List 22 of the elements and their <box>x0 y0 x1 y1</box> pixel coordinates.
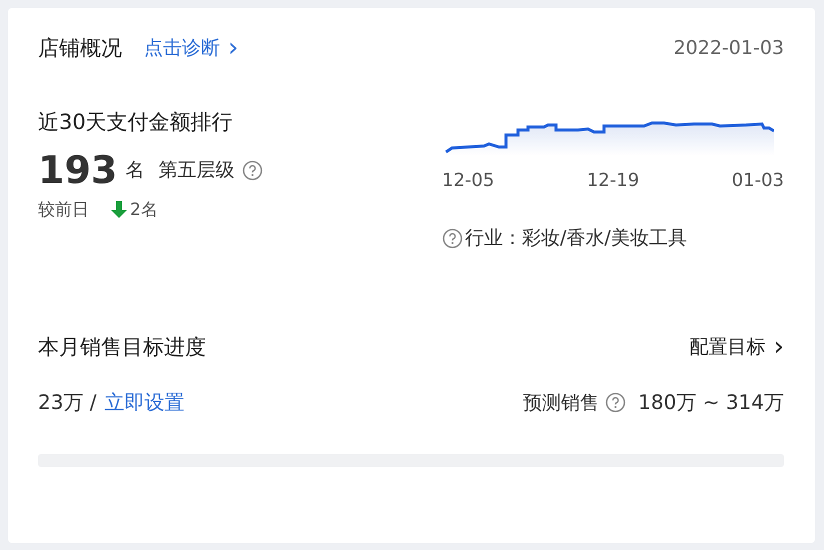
set-now-link[interactable]: 立即设置 <box>104 389 185 416</box>
help-icon[interactable] <box>242 160 264 180</box>
section-title: 店铺概况 <box>38 35 122 62</box>
forecast-label: 预测销售 <box>523 390 600 416</box>
compare-label: 较前日 <box>38 199 89 221</box>
date-label: 2022-01-03 <box>674 37 784 59</box>
industry-label: 行业：彩妆/香水/美妆工具 <box>465 226 687 251</box>
forecast-range: 180万 ~ 314万 <box>638 389 784 416</box>
help-icon[interactable] <box>442 228 463 248</box>
axis-label: 01-03 <box>732 170 784 191</box>
ranking-title: 近30天支付金额排行 <box>38 109 234 136</box>
help-icon[interactable] <box>605 392 626 413</box>
rank-change: 2名 <box>130 199 158 221</box>
configure-target-link[interactable]: 配置目标 › <box>690 334 784 360</box>
tier-label: 第五层级 <box>158 158 234 183</box>
rank-value: 193 <box>38 148 118 192</box>
sales-target-title: 本月销售目标进度 <box>38 334 206 361</box>
diagnose-link[interactable]: 点击诊断 › <box>144 35 238 61</box>
current-sales: 23万 / <box>38 389 97 416</box>
axis-label: 12-05 <box>442 170 494 191</box>
axis-label: 12-19 <box>586 170 640 191</box>
rank-unit: 名 <box>125 158 144 183</box>
